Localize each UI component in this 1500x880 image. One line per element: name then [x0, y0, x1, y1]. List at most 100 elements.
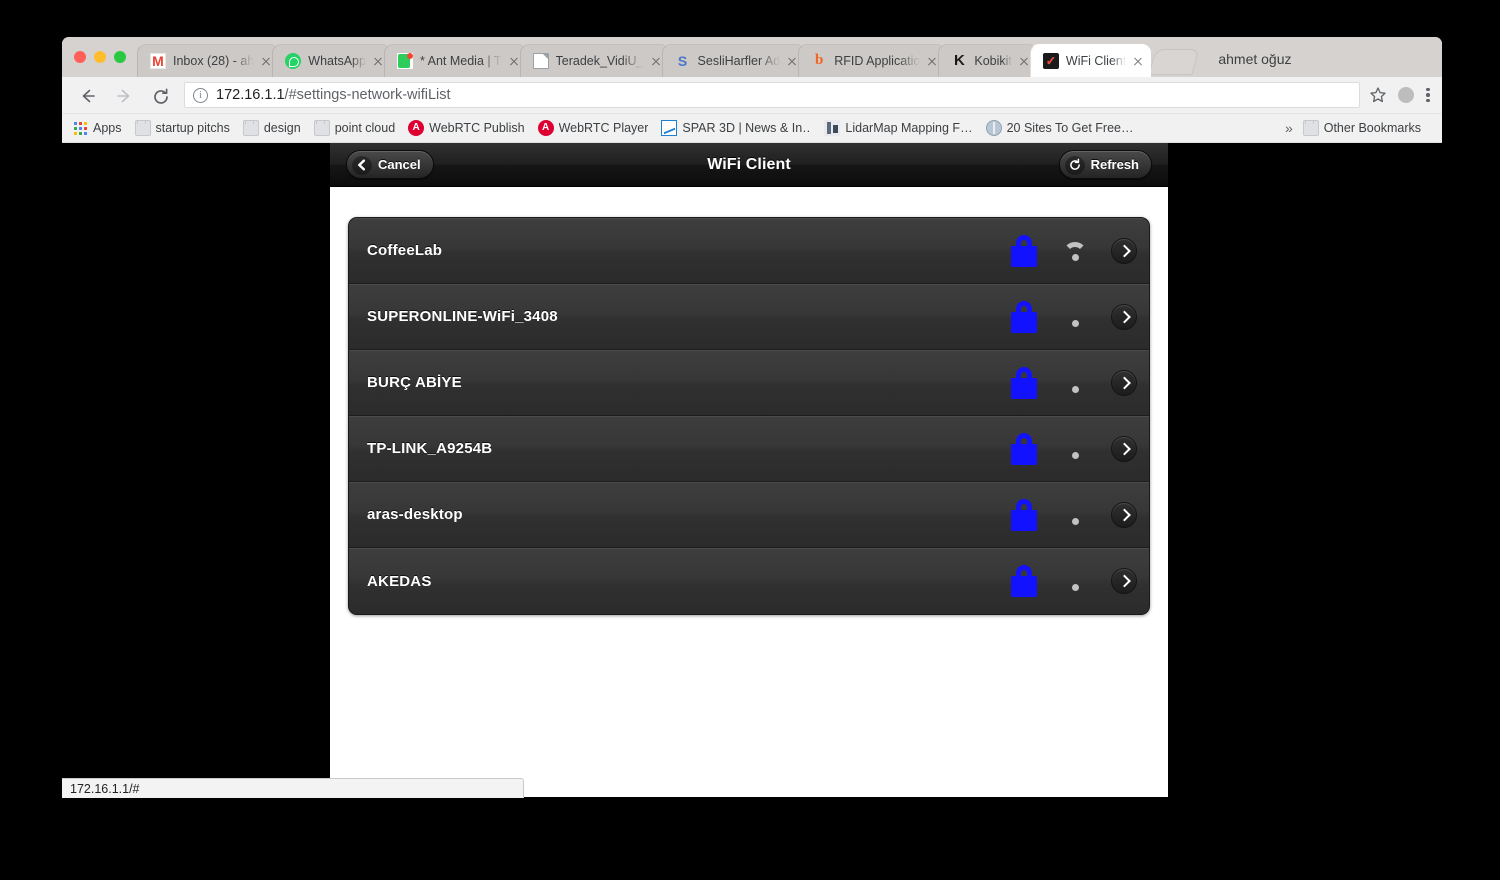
maximize-window-button[interactable] [114, 51, 126, 63]
tab-whatsapp[interactable]: WhatsApp [272, 44, 391, 77]
lock-icon [1011, 234, 1037, 267]
tab-teradek[interactable]: Teradek_VidiU_ [519, 44, 669, 77]
new-tab-button[interactable] [1148, 49, 1201, 75]
bookmark-label: design [263, 121, 301, 135]
bookmarks-bar: Apps startup pitchs design point cloud W… [62, 114, 1442, 143]
tab-label: * Ant Media | T [419, 54, 502, 68]
chrome-menu-icon[interactable] [1426, 86, 1430, 105]
bookmark-point-cloud[interactable]: point cloud [313, 120, 396, 136]
profile-name[interactable]: ahmet oğuz [1218, 51, 1291, 67]
arrow-right-icon [116, 88, 130, 103]
other-bookmarks-button[interactable]: Other Bookmarks [1302, 120, 1421, 136]
lock-icon [1011, 366, 1037, 399]
chevron-right-icon[interactable] [1111, 369, 1137, 396]
url-host: 172.16.1.1 [216, 87, 285, 103]
tab-inbox[interactable]: Inbox (28) - ah [137, 44, 280, 77]
bookmark-label: SPAR 3D | News & In… [682, 121, 812, 135]
wifi-network-list: CoffeeLab SUPERONLINE-WiFi_3408 BURÇ ABİ… [348, 217, 1150, 615]
chevron-right-icon[interactable] [1111, 237, 1137, 264]
cancel-button-label: Cancel [378, 157, 421, 172]
app-body: CoffeeLab SUPERONLINE-WiFi_3408 BURÇ ABİ… [330, 187, 1168, 797]
refresh-button[interactable]: Refresh [1058, 150, 1152, 179]
window-traffic-lights [62, 37, 137, 77]
close-window-button[interactable] [74, 51, 86, 63]
bookmark-spar-3d[interactable]: SPAR 3D | News & In… [661, 120, 811, 136]
chevron-right-icon[interactable] [1111, 435, 1137, 462]
tab-label: WiFi Client [1065, 54, 1127, 68]
folder-icon [242, 120, 259, 136]
bookmark-webrtc-publish[interactable]: WebRTC Publish [408, 120, 525, 136]
refresh-button-label: Refresh [1090, 157, 1139, 172]
chevron-right-icon[interactable] [1111, 501, 1137, 528]
tab-label: WhatsApp [308, 54, 366, 68]
wifi-ssid-label: aras-desktop [367, 506, 463, 523]
tab-label: SesliHarfler Ad [697, 54, 781, 68]
bookmark-star-icon[interactable] [1368, 85, 1388, 105]
site-info-icon[interactable] [193, 87, 208, 103]
bookmark-label: point cloud [334, 121, 396, 135]
angular-icon [408, 120, 425, 136]
tab-sesliharfler[interactable]: SesliHarfler Ad [661, 44, 806, 77]
back-button[interactable] [74, 82, 100, 108]
wifi-client-icon [1042, 53, 1059, 69]
wifi-network-row[interactable]: aras-desktop [349, 482, 1149, 548]
bookmark-lidarmap[interactable]: LidarMap Mapping F… [824, 120, 973, 136]
wifi-ssid-label: AKEDAS [367, 572, 432, 590]
url-path: /#settings-network-wifiList [284, 87, 451, 103]
profile-avatar-icon[interactable] [1398, 87, 1414, 103]
close-tab-icon[interactable] [1130, 53, 1146, 69]
lidar-icon [824, 120, 841, 136]
reload-icon [152, 88, 168, 104]
folder-icon [1302, 120, 1319, 136]
rfid-icon [811, 53, 827, 69]
browser-toolbar: 172.16.1.1/#settings-network-wifiList [62, 77, 1442, 114]
cancel-button[interactable]: Cancel [346, 150, 434, 179]
wifi-ssid-label: TP-LINK_A9254B [367, 440, 493, 457]
page-title: WiFi Client [707, 155, 791, 173]
tab-kobikit[interactable]: Kobikit [938, 44, 1037, 77]
bookmark-design[interactable]: design [242, 120, 301, 136]
chevron-left-icon [352, 154, 372, 175]
address-bar[interactable]: 172.16.1.1/#settings-network-wifiList [184, 82, 1360, 108]
minimize-window-button[interactable] [94, 51, 106, 63]
wifi-network-row[interactable]: CoffeeLab [349, 218, 1149, 284]
wifi-network-row[interactable]: BURÇ ABİYE [349, 350, 1149, 416]
tab-ant-media[interactable]: * Ant Media | T [383, 44, 527, 77]
wifi-network-row[interactable]: AKEDAS [349, 548, 1149, 614]
bookmark-startup-pitchs[interactable]: startup pitchs [134, 120, 230, 136]
bookmarks-overflow-button[interactable]: » [1285, 120, 1293, 136]
bookmark-label: 20 Sites To Get Free… [1006, 121, 1134, 135]
tab-label: Inbox (28) - ah [173, 54, 255, 68]
bookmark-webrtc-player[interactable]: WebRTC Player [537, 120, 649, 136]
wifi-signal-icon [1061, 372, 1089, 394]
wifi-network-row[interactable]: SUPERONLINE-WiFi_3408 [349, 284, 1149, 350]
chevron-right-icon[interactable] [1111, 568, 1137, 594]
gmail-icon [150, 53, 166, 69]
tab-list: Inbox (28) - ah WhatsApp * Ant Media | T… [137, 37, 1152, 77]
whatsapp-icon [285, 53, 302, 69]
folder-icon [134, 120, 151, 136]
bookmark-label: WebRTC Player [558, 121, 649, 135]
refresh-icon [1064, 154, 1085, 175]
chevron-right-icon[interactable] [1111, 303, 1137, 330]
tab-label: Teradek_VidiU_ [555, 54, 644, 68]
folder-icon [313, 120, 330, 136]
wifi-network-row[interactable]: TP-LINK_A9254B [349, 416, 1149, 482]
tab-wifi-client[interactable]: WiFi Client [1029, 44, 1152, 77]
apps-grid-icon [72, 120, 88, 136]
lock-icon [1011, 498, 1037, 531]
wifi-ssid-label: SUPERONLINE-WiFi_3408 [367, 308, 558, 325]
bookmark-apps[interactable]: Apps [72, 120, 122, 136]
bookmark-label: Apps [93, 121, 122, 135]
lock-icon [1011, 432, 1037, 465]
angular-icon [537, 120, 554, 136]
bookmark-label: startup pitchs [155, 121, 230, 135]
wifi-signal-icon [1061, 504, 1089, 526]
reload-button[interactable] [146, 82, 172, 108]
forward-button[interactable] [110, 82, 136, 108]
tab-rfid-application[interactable]: RFID Applicatio [798, 44, 946, 77]
bookmark-20-sites[interactable]: 20 Sites To Get Free… [985, 120, 1134, 136]
app-header: Cancel WiFi Client Refresh [330, 143, 1168, 187]
tab-label: Kobikit [974, 54, 1012, 68]
status-bar: 172.16.1.1/# [62, 778, 524, 798]
